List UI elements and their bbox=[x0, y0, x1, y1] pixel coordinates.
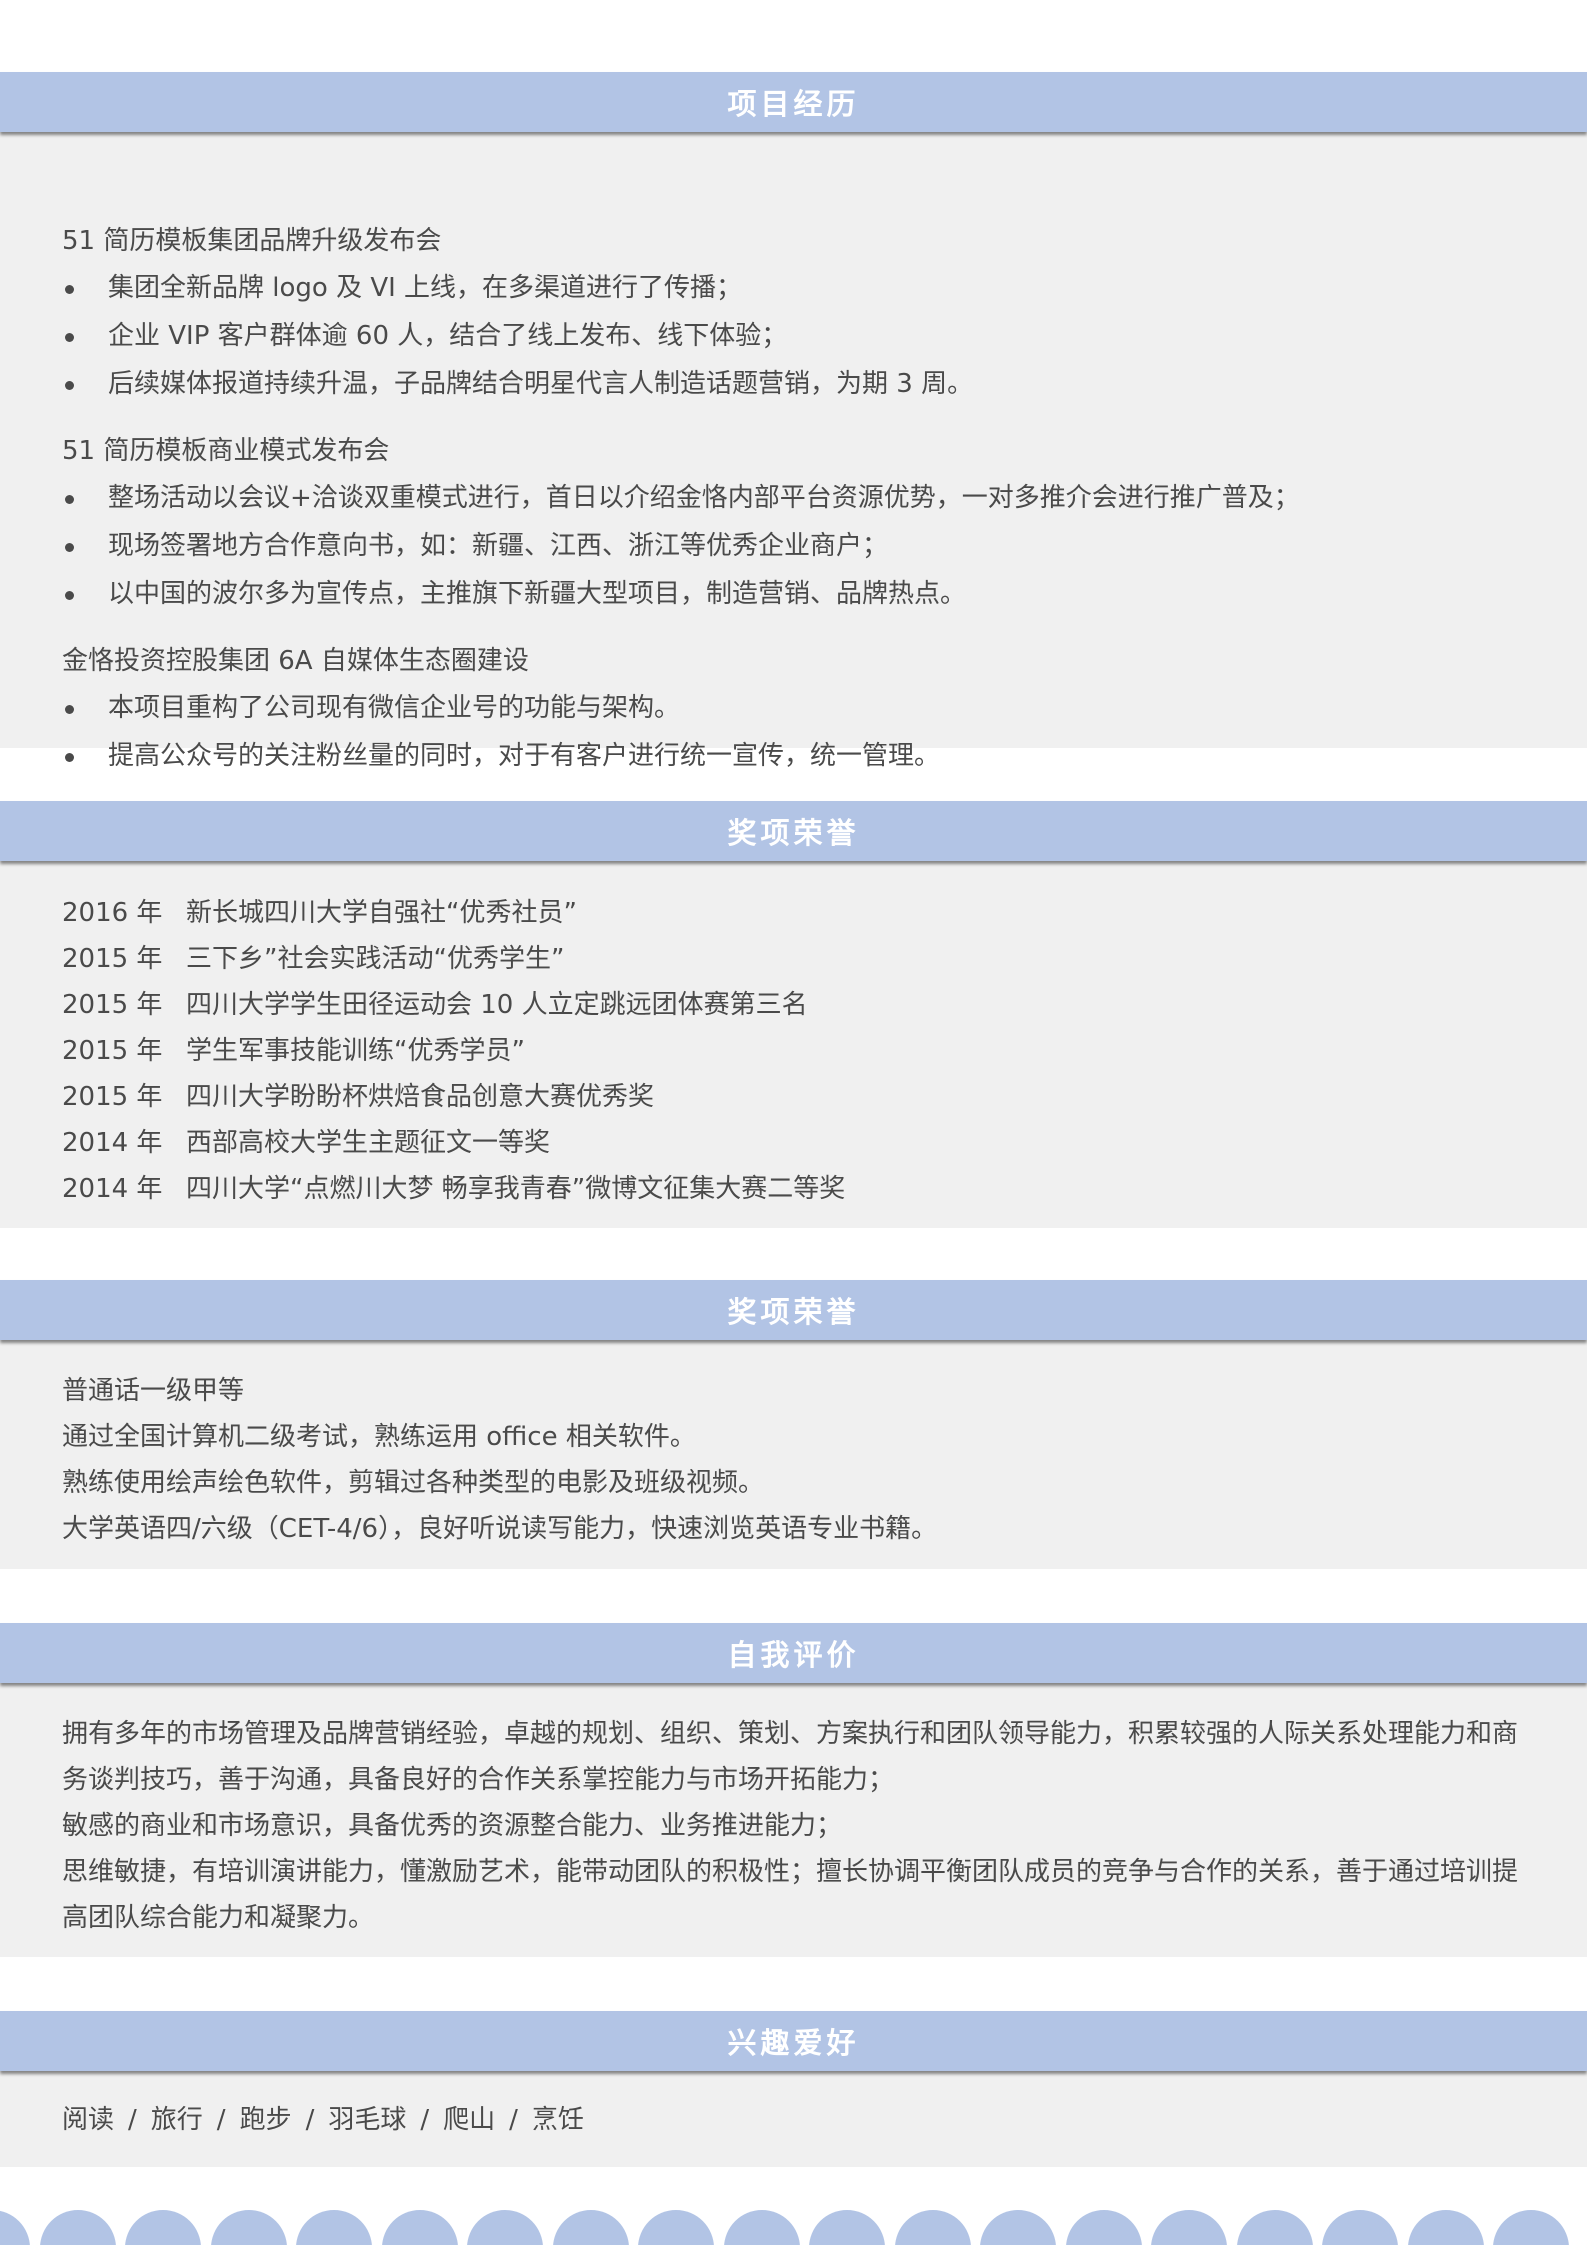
hobbies-section: 兴趣爱好 阅读 / 旅行 / 跑步 / 羽毛球 / 爬山 / 烹饪 bbox=[0, 2011, 1587, 2167]
decorative-circle bbox=[809, 2210, 885, 2245]
award-year: 2015 年 bbox=[62, 1036, 163, 1066]
section-body: 51 简历模板集团品牌升级发布会 集团全新品牌 logo 及 VI 上线，在多渠… bbox=[0, 132, 1587, 771]
award-year: 2014 年 bbox=[62, 1174, 163, 1204]
section-header: 兴趣爱好 bbox=[0, 2011, 1587, 2071]
hobby-list: 阅读 / 旅行 / 跑步 / 羽毛球 / 爬山 / 烹饪 bbox=[62, 2097, 1525, 2143]
decorative-circle bbox=[467, 2210, 543, 2245]
award-item: 2016 年新长城四川大学自强社“优秀社员” bbox=[62, 890, 1525, 936]
hobby-separator: / bbox=[305, 2105, 315, 2135]
section-body: 拥有多年的市场管理及品牌营销经验，卓越的规划、组织、策划、方案执行和团队领导能力… bbox=[0, 1683, 1587, 1957]
decorative-circle bbox=[980, 2210, 1056, 2245]
award-text: 西部高校大学生主题征文一等奖 bbox=[186, 1128, 551, 1158]
award-text: 新长城四川大学自强社“优秀社员” bbox=[186, 898, 577, 928]
decorative-circle bbox=[723, 2210, 800, 2245]
award-year: 2015 年 bbox=[62, 944, 163, 974]
decorative-circle bbox=[638, 2210, 714, 2245]
decorative-circle bbox=[39, 2210, 116, 2245]
decorative-circle-border bbox=[0, 2210, 1587, 2245]
award-item: 2015 年学生军事技能训练“优秀学员” bbox=[62, 1028, 1525, 1074]
section-header: 项目经历 bbox=[0, 72, 1587, 132]
section-header: 奖项荣誉 bbox=[0, 801, 1587, 861]
skills-section: 奖项荣誉 普通话一级甲等 通过全国计算机二级考试，熟练运用 office 相关软… bbox=[0, 1280, 1587, 1569]
skill-item: 熟练使用绘声绘色软件，剪辑过各种类型的电影及班级视频。 bbox=[62, 1468, 765, 1498]
decorative-circle bbox=[1493, 2210, 1569, 2245]
decorative-circle bbox=[1065, 2210, 1142, 2245]
skill-item: 普通话一级甲等 bbox=[62, 1376, 245, 1406]
project-group: 金恪投资控股集团 6A 自媒体生态圈建设 本项目重构了公司现有微信企业号的功能与… bbox=[62, 638, 1525, 780]
decorative-circle bbox=[894, 2210, 971, 2245]
decorative-circle bbox=[552, 2210, 629, 2245]
decorative-circle bbox=[1407, 2210, 1484, 2245]
section-body: 阅读 / 旅行 / 跑步 / 羽毛球 / 爬山 / 烹饪 bbox=[0, 2071, 1587, 2167]
self-eval-section: 自我评价 拥有多年的市场管理及品牌营销经验，卓越的规划、组织、策划、方案执行和团… bbox=[0, 1623, 1587, 1957]
award-item: 2015 年三下乡”社会实践活动“优秀学生” bbox=[62, 936, 1525, 982]
project-name: 金恪投资控股集团 6A 自媒体生态圈建设 bbox=[62, 646, 529, 676]
project-group: 51 简历模板集团品牌升级发布会 集团全新品牌 logo 及 VI 上线，在多渠… bbox=[62, 218, 1525, 408]
skill-item: 通过全国计算机二级考试，熟练运用 office 相关软件。 bbox=[62, 1422, 696, 1452]
award-year: 2015 年 bbox=[62, 1082, 163, 1112]
projects-section: 项目经历 51 简历模板集团品牌升级发布会 集团全新品牌 logo 及 VI 上… bbox=[0, 72, 1587, 771]
project-group: 51 简历模板商业模式发布会 整场活动以会议+洽谈双重模式进行，首日以介绍金恪内… bbox=[62, 428, 1525, 618]
award-item: 2015 年四川大学盼盼杯烘焙食品创意大赛优秀奖 bbox=[62, 1074, 1525, 1120]
decorative-circle bbox=[1322, 2210, 1398, 2245]
project-name: 51 简历模板集团品牌升级发布会 bbox=[62, 226, 442, 256]
award-item: 2014 年西部高校大学生主题征文一等奖 bbox=[62, 1120, 1525, 1166]
project-bullet: 企业 VIP 客户群体逾 60 人，结合了线上发布、线下体验； bbox=[62, 312, 1525, 360]
award-text: 三下乡”社会实践活动“优秀学生” bbox=[186, 944, 565, 974]
self-eval-paragraph: 思维敏捷，有培训演讲能力，懂激励艺术，能带动团队的积极性；擅长协调平衡团队成员的… bbox=[62, 1857, 1519, 1933]
section-body: 普通话一级甲等 通过全国计算机二级考试，熟练运用 office 相关软件。 熟练… bbox=[0, 1340, 1587, 1569]
section-header: 自我评价 bbox=[0, 1623, 1587, 1683]
award-text: 学生军事技能训练“优秀学员” bbox=[186, 1036, 525, 1066]
project-name: 51 简历模板商业模式发布会 bbox=[62, 436, 390, 466]
hobby-separator: / bbox=[128, 2105, 137, 2135]
award-year: 2015 年 bbox=[62, 990, 163, 1020]
project-bullet: 后续媒体报道持续升温，子品牌结合明星代言人制造话题营销，为期 3 周。 bbox=[62, 360, 1525, 408]
decorative-circle bbox=[381, 2210, 458, 2245]
section-body: 2016 年新长城四川大学自强社“优秀社员” 2015 年三下乡”社会实践活动“… bbox=[0, 861, 1587, 1228]
decorative-circle bbox=[1151, 2210, 1227, 2245]
award-year: 2014 年 bbox=[62, 1128, 163, 1158]
hobby-item: 跑步 bbox=[239, 2105, 292, 2135]
decorative-circle bbox=[210, 2210, 287, 2245]
project-bullet: 现场签署地方合作意向书，如：新疆、江西、浙江等优秀企业商户； bbox=[62, 522, 1525, 570]
hobby-item: 羽毛球 bbox=[328, 2105, 407, 2135]
hobby-item: 阅读 bbox=[62, 2105, 115, 2135]
decorative-circle bbox=[296, 2210, 372, 2245]
decorative-circle bbox=[0, 2210, 30, 2245]
hobby-item: 旅行 bbox=[150, 2105, 203, 2135]
awards-section: 奖项荣誉 2016 年新长城四川大学自强社“优秀社员” 2015 年三下乡”社会… bbox=[0, 801, 1587, 1228]
award-item: 2014 年四川大学“点燃川大梦 畅享我青春”微博文征集大赛二等奖 bbox=[62, 1166, 1525, 1212]
skill-item: 大学英语四/六级（CET-4/6），良好听说读写能力，快速浏览英语专业书籍。 bbox=[62, 1514, 938, 1544]
hobby-separator: / bbox=[420, 2105, 430, 2135]
award-year: 2016 年 bbox=[62, 898, 163, 928]
award-text: 四川大学盼盼杯烘焙食品创意大赛优秀奖 bbox=[186, 1082, 655, 1112]
self-eval-paragraph: 敏感的商业和市场意识，具备优秀的资源整合能力、业务推进能力； bbox=[62, 1811, 843, 1841]
award-text: 四川大学“点燃川大梦 畅享我青春”微博文征集大赛二等奖 bbox=[186, 1174, 846, 1204]
project-bullet: 本项目重构了公司现有微信企业号的功能与架构。 bbox=[62, 684, 1525, 732]
award-text: 四川大学学生田径运动会 10 人立定跳远团体赛第三名 bbox=[186, 990, 808, 1020]
hobby-item: 烹饪 bbox=[531, 2105, 584, 2135]
project-bullet: 以中国的波尔多为宣传点，主推旗下新疆大型项目，制造营销、品牌热点。 bbox=[62, 570, 1525, 618]
hobby-item: 爬山 bbox=[443, 2105, 496, 2135]
section-header: 奖项荣誉 bbox=[0, 1280, 1587, 1340]
project-bullet: 提高公众号的关注粉丝量的同时，对于有客户进行统一宣传，统一管理。 bbox=[62, 732, 1525, 780]
hobby-separator: / bbox=[509, 2105, 518, 2135]
hobby-separator: / bbox=[216, 2105, 226, 2135]
project-bullet: 集团全新品牌 logo 及 VI 上线，在多渠道进行了传播； bbox=[62, 264, 1525, 312]
award-item: 2015 年四川大学学生田径运动会 10 人立定跳远团体赛第三名 bbox=[62, 982, 1525, 1028]
project-bullet: 整场活动以会议+洽谈双重模式进行，首日以介绍金恪内部平台资源优势，一对多推介会进… bbox=[62, 474, 1525, 522]
decorative-circle bbox=[125, 2210, 201, 2245]
decorative-circle bbox=[1236, 2210, 1313, 2245]
self-eval-paragraph: 拥有多年的市场管理及品牌营销经验，卓越的规划、组织、策划、方案执行和团队领导能力… bbox=[62, 1719, 1519, 1795]
